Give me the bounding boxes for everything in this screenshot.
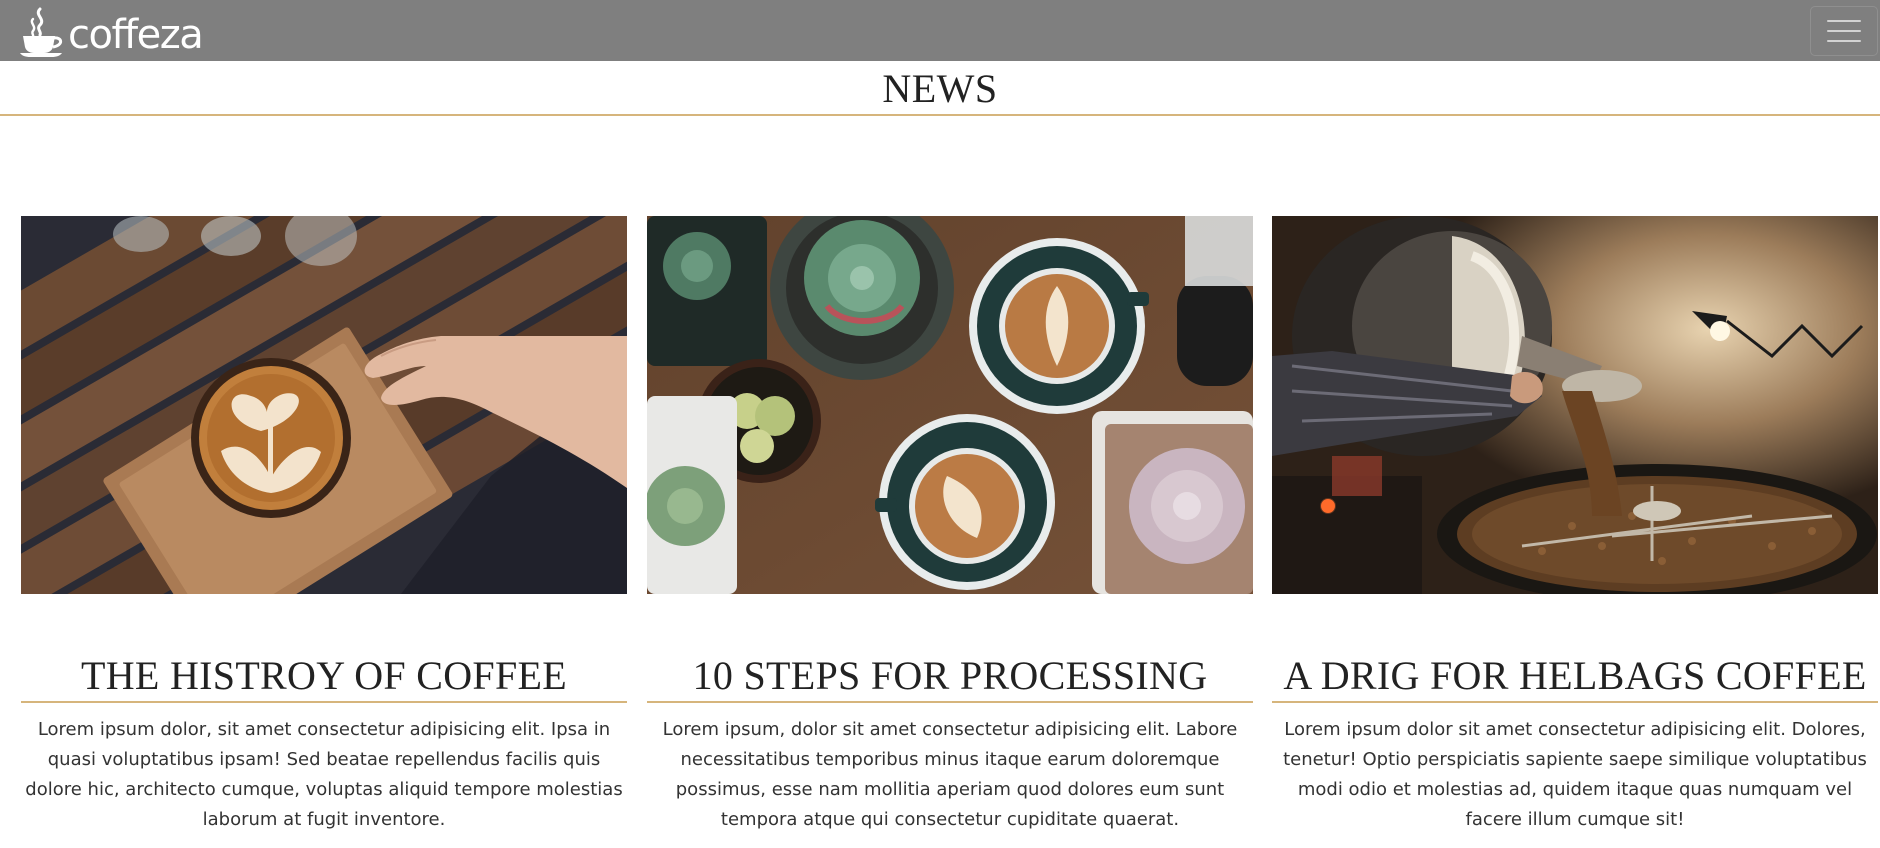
menu-toggle-button[interactable]	[1810, 5, 1878, 56]
section-title: NEWS	[882, 66, 998, 111]
coffee-cups-and-succulents-image[interactable]	[647, 216, 1253, 594]
hamburger-menu-icon	[1827, 19, 1861, 22]
news-section-header: NEWS	[0, 61, 1880, 116]
card-title[interactable]: THE HISTROY OF COFFEE	[21, 652, 627, 703]
latte-art-on-wooden-tray-image[interactable]	[21, 216, 627, 594]
news-card: 10 STEPS FOR PROCESSING Lorem ipsum, dol…	[647, 216, 1253, 835]
card-text: Lorem ipsum, dolor sit amet consectetur …	[662, 719, 1238, 830]
news-card: A DRIG FOR HELBAGS COFFEE Lorem ipsum do…	[1272, 216, 1878, 835]
brand-name: coffeza	[68, 11, 204, 58]
news-card: THE HISTROY OF COFFEE Lorem ipsum dolor,…	[21, 216, 627, 835]
navbar: coffeza	[0, 0, 1880, 61]
coffee-cup-icon	[20, 5, 66, 57]
card-title[interactable]: A DRIG FOR HELBAGS COFFEE	[1272, 652, 1878, 703]
coffee-roaster-machine-image[interactable]	[1272, 216, 1878, 594]
card-text: Lorem ipsum dolor, sit amet consectetur …	[25, 719, 623, 830]
brand-logo-link[interactable]: coffeza	[20, 5, 204, 58]
card-title[interactable]: 10 STEPS FOR PROCESSING	[647, 652, 1253, 703]
card-text: Lorem ipsum dolor sit amet consectetur a…	[1283, 719, 1867, 830]
